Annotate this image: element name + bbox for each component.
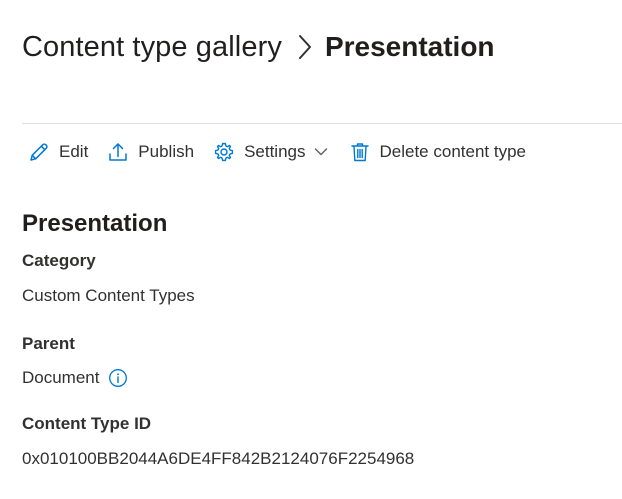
publish-button[interactable]: Publish — [101, 137, 200, 167]
gear-icon — [213, 141, 235, 163]
edit-button-label: Edit — [59, 142, 89, 161]
header-divider — [22, 123, 622, 124]
breadcrumb-current-page: Presentation — [324, 31, 495, 62]
settings-menu-button[interactable]: Settings — [207, 137, 333, 167]
info-icon[interactable] — [108, 368, 128, 388]
publish-button-label: Publish — [138, 142, 195, 161]
category-value-text: Custom Content Types — [22, 286, 195, 305]
parent-value: Document — [22, 367, 128, 389]
category-label: Category — [22, 251, 96, 270]
breadcrumb: Content type gallery Presentation — [22, 30, 495, 64]
chevron-right-icon — [298, 30, 312, 64]
settings-button-label: Settings — [244, 142, 306, 161]
chevron-down-icon — [314, 147, 328, 157]
pencil-icon — [28, 141, 50, 163]
delete-content-type-button[interactable]: Delete content type — [343, 137, 532, 167]
category-value: Custom Content Types — [22, 285, 195, 307]
content-type-id-label: Content Type ID — [22, 414, 152, 433]
parent-value-text: Document — [22, 368, 100, 387]
edit-button[interactable]: Edit — [22, 137, 94, 167]
command-bar: Edit Publish Settings Delete content typ… — [22, 137, 532, 167]
breadcrumb-content-type-gallery[interactable]: Content type gallery — [22, 31, 282, 64]
content-type-details: Presentation Category Custom Content Typ… — [22, 208, 612, 468]
content-type-id-value: 0x010100BB2044A6DE4FF842B2124076F2254968 — [22, 448, 414, 470]
upload-icon — [107, 141, 129, 163]
content-type-id-text: 0x010100BB2044A6DE4FF842B2124076F2254968 — [22, 449, 415, 468]
trash-icon — [349, 141, 371, 163]
parent-label: Parent — [22, 334, 75, 353]
delete-button-label: Delete content type — [379, 142, 526, 161]
details-title: Presentation — [22, 210, 168, 237]
